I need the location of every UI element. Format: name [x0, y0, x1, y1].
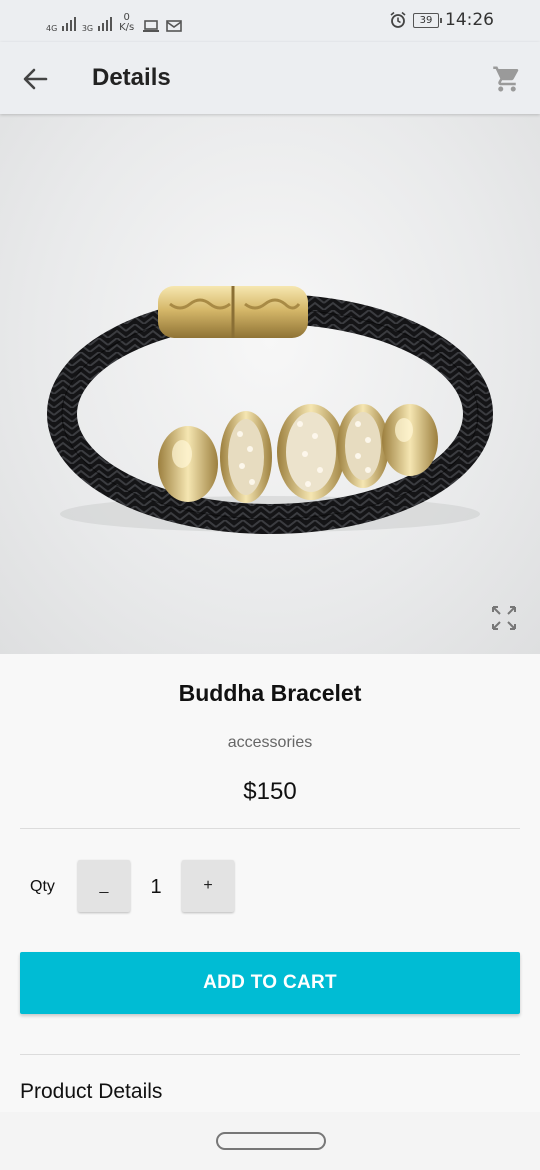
- fullscreen-icon: [492, 606, 516, 630]
- back-button[interactable]: [18, 64, 52, 94]
- increment-button[interactable]: +: [182, 860, 234, 912]
- signal-bars-icon: [61, 17, 76, 31]
- cart-button[interactable]: [492, 64, 522, 94]
- status-left: 4G 3G 0 K/s: [46, 9, 182, 33]
- product-image[interactable]: [0, 114, 540, 654]
- product-category: accessories: [227, 734, 313, 751]
- network-speed-unit: K/s: [119, 22, 135, 33]
- status-time: 14:26: [445, 10, 494, 30]
- shopping-cart-icon: [493, 66, 519, 92]
- system-nav-bar: [0, 1112, 540, 1170]
- signal-1: 4G: [46, 17, 76, 33]
- product-info: Buddha Bracelet accessories $150 Qty _ 1…: [0, 654, 540, 1114]
- decrement-button[interactable]: _: [78, 860, 130, 912]
- laptop-icon: [142, 20, 159, 32]
- status-bar: 4G 3G 0 K/s 39 14:26: [0, 0, 540, 42]
- network-type-2: 3G: [81, 24, 94, 33]
- arrow-left-icon: [23, 68, 48, 90]
- signal-2: 3G: [82, 17, 112, 33]
- expand-button[interactable]: [490, 604, 518, 632]
- bracelet-image: [47, 286, 493, 534]
- qty-label: Qty: [30, 878, 55, 895]
- add-to-cart-button[interactable]: ADD TO CART: [20, 952, 520, 1014]
- network-speed: 0 K/s: [118, 13, 136, 33]
- page-title: Details: [92, 64, 171, 91]
- product-details-heading: Product Details: [20, 1080, 163, 1103]
- product-name: Buddha Bracelet: [178, 680, 362, 706]
- alarm-icon: [390, 11, 406, 28]
- battery-indicator: 39: [413, 12, 442, 28]
- network-type-1: 4G: [46, 24, 58, 33]
- divider: [20, 828, 520, 829]
- qty-value: 1: [150, 876, 162, 898]
- status-right: 39 14:26: [389, 10, 494, 30]
- app-bar: Details: [0, 42, 540, 114]
- home-gesture-bar[interactable]: [216, 1132, 326, 1150]
- divider: [20, 1054, 520, 1055]
- signal-bars-icon: [97, 17, 112, 31]
- mail-icon: [165, 20, 182, 32]
- product-price: $150: [243, 778, 297, 805]
